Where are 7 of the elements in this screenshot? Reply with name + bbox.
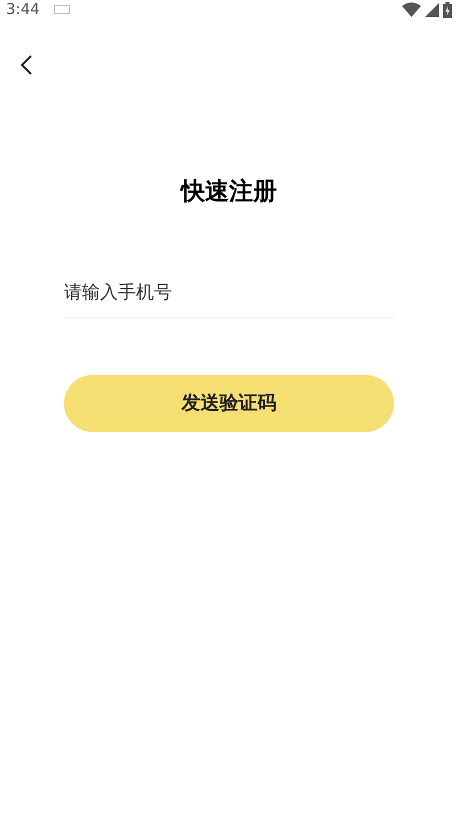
phone-input-field[interactable]: 请输入手机号 bbox=[64, 267, 394, 317]
keyboard-icon bbox=[54, 5, 70, 14]
page-title: 快速注册 bbox=[178, 176, 278, 207]
wifi-icon bbox=[402, 2, 421, 17]
send-code-button[interactable]: 发送验证码 bbox=[64, 375, 394, 432]
signal-icon bbox=[425, 2, 439, 16]
status-time: 3:44 bbox=[6, 2, 40, 17]
